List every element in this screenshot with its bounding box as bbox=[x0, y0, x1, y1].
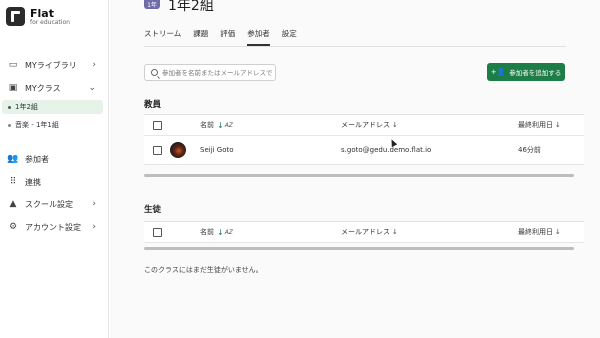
class-label: 音楽 - 1年1組 bbox=[15, 121, 59, 129]
select-all-checkbox[interactable] bbox=[153, 227, 162, 237]
sidebar-item-my-library[interactable]: ▭ MYライブラリ › bbox=[0, 57, 108, 73]
email-column-header[interactable]: メールアドレス ↓ bbox=[341, 227, 398, 237]
email-column-header[interactable]: メールアドレス ↓ bbox=[341, 120, 398, 130]
students-table: 名前 ↓ AZ メールアドレス ↓ 最終利用日 ↓ bbox=[144, 221, 584, 250]
students-title: 生徒 bbox=[144, 205, 162, 215]
sidebar-item-label: スクール設定 bbox=[25, 199, 73, 209]
avatar bbox=[170, 142, 186, 158]
flat-logo-icon bbox=[6, 7, 25, 26]
sort-az-icon: AZ bbox=[224, 228, 233, 236]
flat-logo[interactable]: Flat for education bbox=[6, 7, 70, 26]
sort-arrow-down-icon: ↓ bbox=[392, 228, 398, 236]
sort-arrow-down-icon: ↓ bbox=[392, 121, 398, 129]
name-column-header[interactable]: 名前 ↓ AZ bbox=[200, 227, 233, 237]
empty-students-message: このクラスにはまだ生徒がいません。 bbox=[144, 266, 263, 274]
search-input[interactable] bbox=[162, 68, 275, 77]
school-icon: ▲ bbox=[9, 199, 17, 209]
name-column-header[interactable]: 名前 ↓ AZ bbox=[200, 120, 233, 130]
page-title: 1年2組 bbox=[168, 0, 214, 14]
table-row[interactable]: Seiji Goto s.goto@gedu.demo.flat.io 46分前 bbox=[144, 136, 584, 165]
add-person-icon: +👤 bbox=[490, 68, 506, 76]
chevron-right-icon: › bbox=[92, 60, 96, 70]
sidebar-item-label: 連携 bbox=[25, 177, 41, 187]
sort-az-icon: AZ bbox=[224, 121, 233, 129]
chevron-down-icon: ⌄ bbox=[88, 83, 96, 93]
teachers-table: 名前 ↓ AZ メールアドレス ↓ 最終利用日 ↓ Seiji Goto s.got… bbox=[144, 114, 584, 177]
class-avatar: 1年 bbox=[144, 0, 160, 9]
user-email: s.goto@gedu.demo.flat.io bbox=[341, 146, 432, 154]
people-icon: 👥 bbox=[7, 154, 19, 164]
select-all-checkbox[interactable] bbox=[153, 120, 162, 130]
chevron-right-icon: › bbox=[92, 222, 96, 232]
main-content: 1年 1年2組 ストリーム 課題 評価 参加者 設定 +👤 参加者を追加する 教… bbox=[110, 0, 600, 338]
apps-icon: ⠿ bbox=[9, 177, 17, 187]
horizontal-scrollbar[interactable] bbox=[144, 247, 574, 250]
class-icon: ▣ bbox=[8, 83, 18, 93]
tab-bar: ストリーム 課題 評価 参加者 設定 bbox=[144, 28, 309, 46]
tab-assignments[interactable]: 課題 bbox=[193, 28, 208, 46]
row-checkbox[interactable] bbox=[153, 145, 162, 155]
sidebar-item-my-classes[interactable]: ▣ MYクラス ⌄ bbox=[0, 80, 108, 96]
class-label: 1年2組 bbox=[15, 103, 38, 111]
app-title: Flat bbox=[30, 6, 54, 20]
folder-icon: ▭ bbox=[8, 60, 18, 70]
sidebar-item-integrations[interactable]: ⠿ 連携 bbox=[0, 174, 108, 190]
sidebar-item-school-settings[interactable]: ▲ スクール設定 › bbox=[0, 196, 108, 212]
tab-settings[interactable]: 設定 bbox=[282, 28, 297, 46]
sidebar-item-label: MYライブラリ bbox=[25, 60, 77, 70]
sidebar-class-music-1-1[interactable]: 音楽 - 1年1組 bbox=[2, 118, 103, 132]
tab-grades[interactable]: 評価 bbox=[220, 28, 235, 46]
app-subtitle: for education bbox=[30, 18, 70, 26]
horizontal-scrollbar[interactable] bbox=[144, 174, 574, 177]
sidebar-item-label: アカウント設定 bbox=[25, 222, 81, 232]
add-participant-button[interactable]: +👤 参加者を追加する bbox=[487, 63, 565, 81]
table-header-row: 名前 ↓ AZ メールアドレス ↓ 最終利用日 ↓ bbox=[144, 222, 584, 243]
search-icon bbox=[151, 69, 158, 76]
sort-arrow-down-icon: ↓ bbox=[555, 121, 561, 129]
last-used: 46分前 bbox=[518, 146, 541, 154]
add-participant-label: 参加者を追加する bbox=[509, 69, 562, 77]
sidebar-item-participants[interactable]: 👥 参加者 bbox=[0, 151, 108, 167]
teachers-title: 教員 bbox=[144, 100, 162, 110]
sidebar-class-1-2[interactable]: 1年2組 bbox=[2, 100, 103, 114]
search-box[interactable] bbox=[144, 64, 276, 81]
sort-arrow-down-icon: ↓ bbox=[555, 228, 561, 236]
bullet-icon bbox=[8, 123, 11, 127]
sidebar-item-label: MYクラス bbox=[25, 83, 61, 93]
user-name: Seiji Goto bbox=[200, 146, 234, 154]
bullet-icon bbox=[8, 105, 11, 109]
sort-arrow-down-icon: ↓ bbox=[217, 227, 224, 237]
last-used-column-header[interactable]: 最終利用日 ↓ bbox=[518, 227, 561, 237]
last-used-column-header[interactable]: 最終利用日 ↓ bbox=[518, 120, 561, 130]
chevron-right-icon: › bbox=[92, 199, 96, 209]
tab-participants[interactable]: 参加者 bbox=[247, 28, 270, 46]
tab-stream[interactable]: ストリーム bbox=[144, 28, 181, 46]
sidebar-item-account-settings[interactable]: ⚙ アカウント設定 › bbox=[0, 219, 108, 235]
sidebar-item-label: 参加者 bbox=[25, 154, 49, 164]
tabs-divider bbox=[144, 46, 566, 47]
sidebar: Flat for education ▭ MYライブラリ › ▣ MYクラス ⌄… bbox=[0, 0, 109, 338]
sort-arrow-down-icon: ↓ bbox=[217, 120, 224, 130]
table-header-row: 名前 ↓ AZ メールアドレス ↓ 最終利用日 ↓ bbox=[144, 115, 584, 136]
gear-icon: ⚙ bbox=[8, 222, 18, 232]
